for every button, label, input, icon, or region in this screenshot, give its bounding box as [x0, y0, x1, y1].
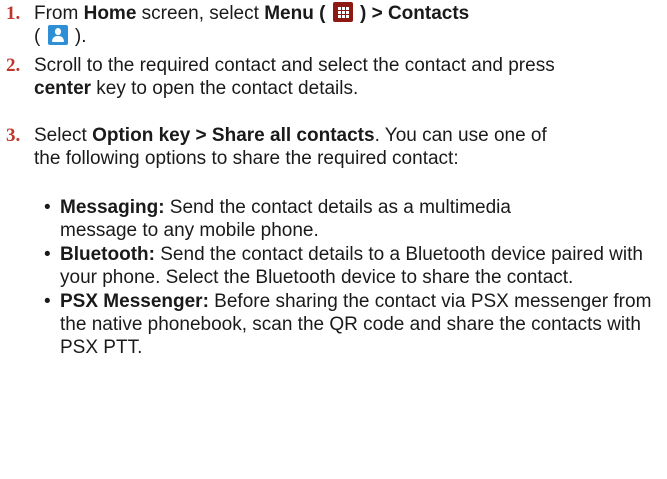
step-text: Scroll to the required contact and selec…	[34, 55, 555, 76]
center-label: center	[34, 78, 92, 99]
step-text: key to open the contact details.	[91, 78, 359, 99]
contacts-person-icon	[47, 25, 68, 45]
bullet-icon: •	[44, 291, 51, 312]
instruction-page: 1. From Home screen, select Menu ( ) > C…	[0, 0, 667, 479]
paren-open: (	[34, 26, 46, 47]
step-text: screen, select	[136, 3, 265, 24]
option-label: Messaging:	[60, 197, 165, 218]
contacts-label: ) > Contacts	[354, 3, 470, 24]
step-text: From	[34, 3, 84, 24]
paren-open: (	[313, 3, 331, 24]
step-1: 1. From Home screen, select Menu ( ) > C…	[0, 2, 667, 48]
paren-close: ).	[69, 26, 87, 47]
option-label: Bluetooth:	[60, 244, 155, 265]
menu-label: Menu	[264, 3, 314, 24]
step-text: Select	[34, 125, 93, 146]
share-options-list: • Messaging: Send the contact details as…	[0, 196, 651, 359]
option-key-label: Option key > Share all contacts	[92, 125, 375, 146]
option-bluetooth: • Bluetooth: Send the contact details to…	[0, 243, 660, 289]
option-label: PSX Messenger:	[60, 291, 209, 312]
bullet-icon: •	[44, 244, 51, 265]
option-messaging: • Messaging: Send the contact details as…	[0, 196, 580, 242]
step-number: 1.	[6, 3, 21, 24]
option-psx-messenger: • PSX Messenger: Before sharing the cont…	[0, 290, 660, 359]
step-2: 2. Scroll to the required contact and se…	[0, 54, 574, 100]
step-3: 3. Select Option key > Share all contact…	[0, 124, 574, 170]
menu-grid-icon	[332, 2, 353, 22]
step-number: 3.	[6, 125, 21, 146]
bullet-icon: •	[44, 197, 51, 218]
step-number: 2.	[6, 55, 21, 76]
home-label: Home	[83, 3, 137, 24]
